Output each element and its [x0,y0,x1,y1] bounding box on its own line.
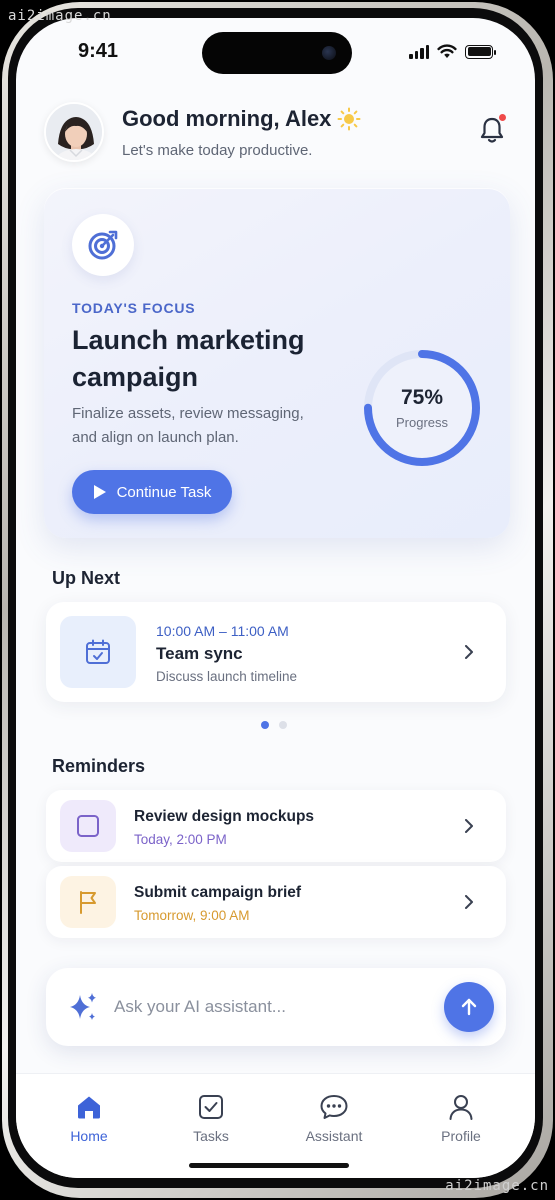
greeting-title: Good morning, Alex [122,106,361,132]
chevron-right-icon [465,895,473,909]
event-title: Team sync [156,644,243,663]
watermark: ai2image.cn [445,1178,549,1194]
checkbox-icon [77,815,99,837]
wifi-icon [437,44,457,58]
send-button[interactable] [444,982,494,1032]
pager-dot[interactable] [279,721,287,729]
play-icon [93,485,106,499]
greeting-subtitle: Let's make today productive. [122,142,313,159]
app-screen: 9:41 Good morning, Alex Let's make today… [16,18,535,1178]
dynamic-island [202,32,352,74]
focus-description: Finalize assets, review messaging, and a… [72,405,304,446]
camera-icon [322,46,336,60]
assistant-bar [46,968,506,1046]
event-time: 10:00 AM – 11:00 AM [156,623,289,639]
progress-value: 75% [400,386,444,409]
notifications-button[interactable] [476,114,508,146]
reminder-title: Review design mockups [134,808,315,825]
chat-icon [320,1095,348,1119]
avatar[interactable] [44,102,104,162]
tab-tasks-label: Tasks [193,1128,229,1144]
user-icon [449,1095,473,1120]
greeting-text: Good morning, Alex [122,106,332,131]
assistant-input[interactable] [114,992,414,1022]
event-icon-tile [60,616,136,688]
reminder-icon-tile [60,876,116,928]
reminders-title: Reminders [52,756,146,776]
reminder-item[interactable]: Review design mockups Today, 2:00 PM [46,790,506,862]
continue-task-button[interactable]: Continue Task [72,470,232,514]
focus-label: TODAY'S FOCUS [72,300,196,316]
progress-label: Progress [395,415,449,430]
target-badge [72,214,134,276]
chevron-right-icon [465,645,473,659]
reminder-item[interactable]: Submit campaign brief Tomorrow, 9:00 AM [46,866,506,938]
tab-assistant[interactable]: Assistant [289,1092,379,1144]
reminder-time: Tomorrow, 9:00 AM [134,908,250,923]
flag-icon [80,891,96,914]
signal-icon [409,44,429,59]
focus-title: Launch marketing campaign [72,325,305,392]
chevron-right-icon [465,819,473,833]
pager-dot[interactable] [261,721,269,729]
home-icon [78,1096,100,1119]
status-time: 9:41 [78,40,119,62]
status-icons [409,44,496,59]
watermark: ai2image.cn [8,8,112,24]
sun-icon [337,107,361,131]
battery-icon [465,44,496,59]
event-card[interactable]: 10:00 AM – 11:00 AM Team sync Discuss la… [46,602,506,702]
calendar-icon [86,639,110,664]
reminder-time: Today, 2:00 PM [134,832,227,847]
tab-assistant-label: Assistant [305,1128,363,1144]
up-next-title: Up Next [52,568,121,588]
reminder-icon-tile [60,800,116,852]
focus-card[interactable]: TODAY'S FOCUS Launch marketing campaign … [44,188,510,538]
tab-home[interactable]: Home [44,1092,134,1144]
tab-profile-label: Profile [441,1128,481,1144]
reminder-title: Submit campaign brief [134,884,302,901]
event-subtitle: Discuss launch timeline [156,669,298,684]
unread-dot [499,114,506,121]
arrow-up-icon [461,998,477,1016]
continue-task-label: Continue Task [116,483,212,501]
home-indicator[interactable] [189,1163,349,1168]
tab-tasks[interactable]: Tasks [166,1092,256,1144]
target-icon [88,230,118,260]
carousel-pager[interactable] [261,721,287,729]
tab-home-label: Home [70,1128,108,1144]
sparkle-icon [70,993,96,1020]
tab-profile[interactable]: Profile [416,1092,506,1144]
checkbox-icon [199,1095,223,1119]
